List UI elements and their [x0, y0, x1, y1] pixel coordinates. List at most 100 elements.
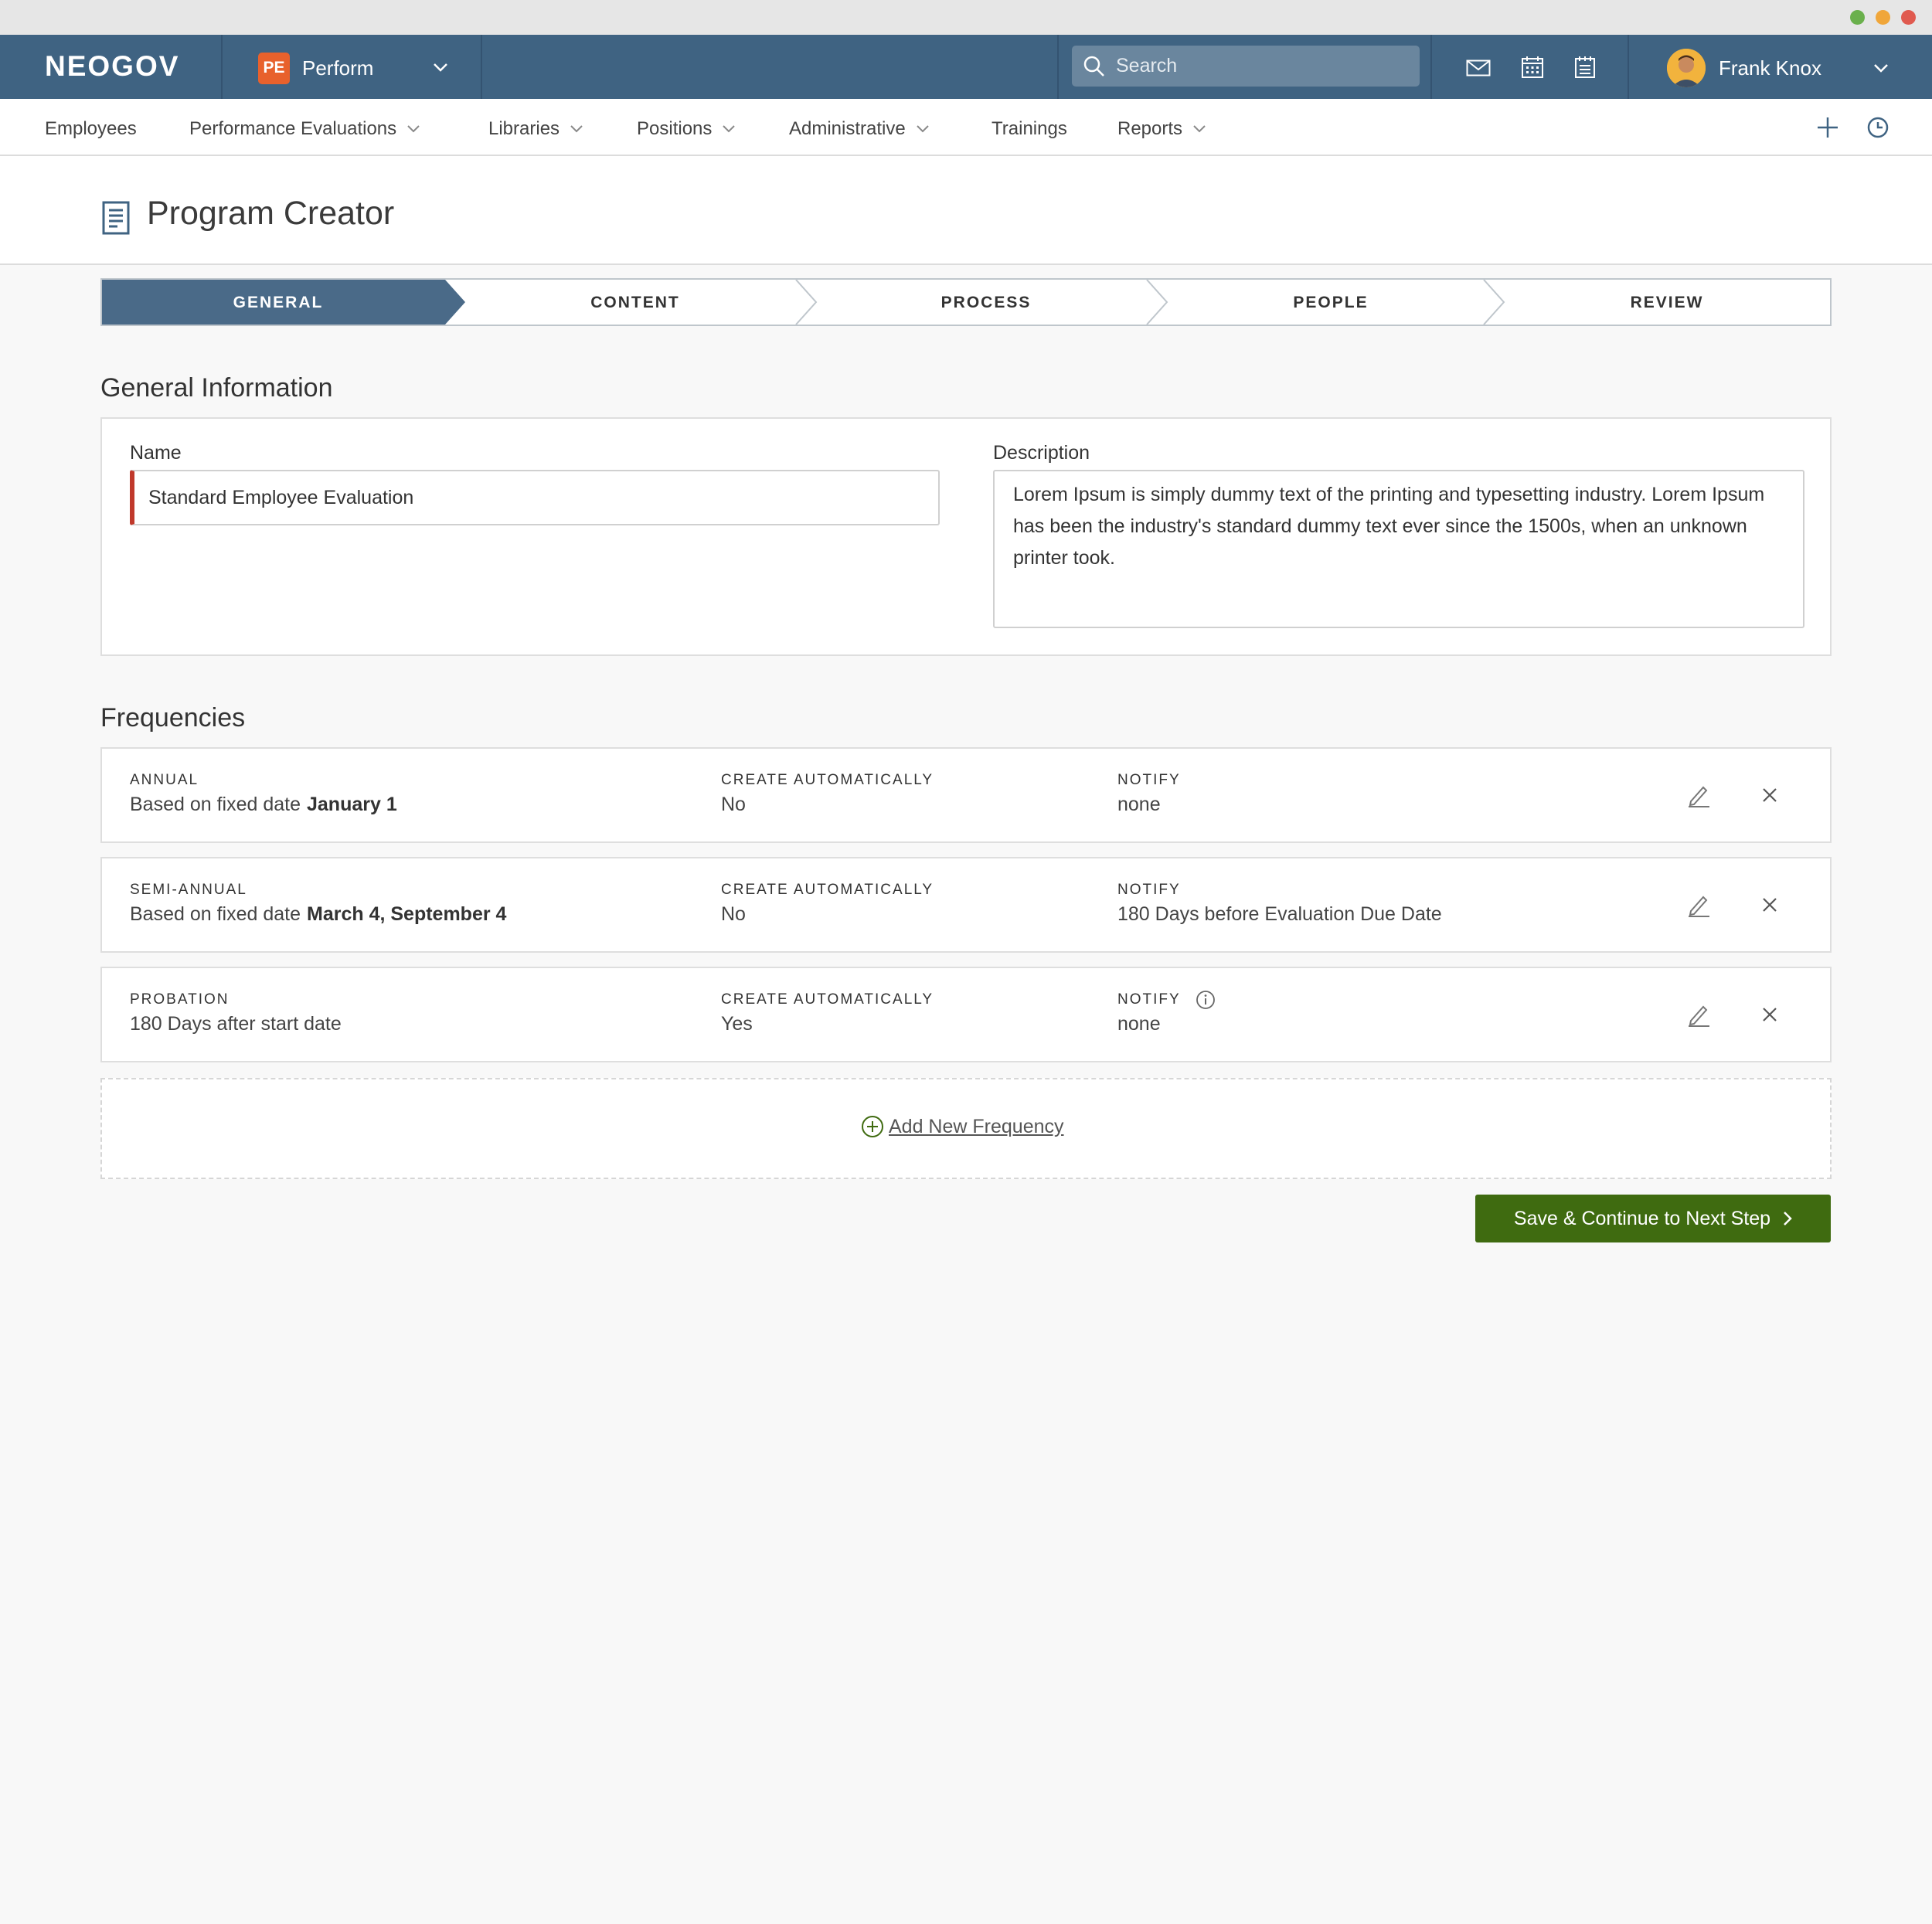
page-title: Program Creator [147, 195, 395, 232]
calendar-icon[interactable] [1521, 56, 1544, 79]
chevron-down-icon[interactable] [433, 63, 448, 72]
window-maximize-dot[interactable] [1850, 10, 1865, 25]
notify-value: none [1117, 794, 1161, 815]
divider [1430, 35, 1432, 99]
frequency-row: PROBATION 180 Days after start date CREA… [100, 967, 1832, 1062]
notify-label: NOTIFY [1117, 772, 1181, 788]
main-nav: Employees Performance Evaluations Librar… [0, 99, 1932, 156]
add-frequency-area: Add New Frequency [100, 1078, 1832, 1179]
window-minimize-dot[interactable] [1876, 10, 1890, 25]
frequency-row: SEMI-ANNUAL Based on fixed date March 4, … [100, 857, 1832, 953]
add-frequency-label: Add New Frequency [889, 1115, 1064, 1137]
nav-reports[interactable]: Reports [1117, 118, 1206, 140]
nav-label: Positions [637, 118, 713, 139]
nav-performance-evaluations[interactable]: Performance Evaluations [189, 118, 420, 140]
nav-libraries[interactable]: Libraries [488, 118, 583, 140]
notify-value: 180 Days before Evaluation Due Date [1117, 903, 1442, 925]
create-auto-label: CREATE AUTOMATICALLY [721, 772, 934, 788]
window-close-dot[interactable] [1901, 10, 1916, 25]
save-continue-button[interactable]: Save & Continue to Next Step [1475, 1195, 1831, 1242]
chevron-down-icon [407, 125, 420, 133]
section-title-general: General Information [100, 373, 333, 403]
top-bar: NEOGOV PE Perform Search Frank Knox [0, 35, 1932, 99]
notify-label: NOTIFY [1117, 882, 1181, 898]
step-review[interactable]: REVIEW [1504, 294, 1830, 312]
frequency-row: ANNUAL Based on fixed date January 1 CREA… [100, 747, 1832, 843]
close-icon[interactable] [1762, 787, 1777, 803]
divider [221, 35, 223, 99]
app-switcher[interactable]: PE Perform [258, 52, 374, 84]
app-badge: PE [258, 52, 290, 84]
edit-pencil-icon[interactable] [1686, 892, 1711, 917]
frequency-schedule: Based on fixed date March 4, September 4 [130, 903, 506, 926]
app-name: Perform [302, 56, 374, 80]
chevron-down-icon[interactable] [1873, 63, 1889, 73]
frequency-type: SEMI-ANNUAL [130, 882, 247, 898]
notify-label: NOTIFY [1117, 991, 1181, 1008]
search-bar[interactable]: Search [1072, 46, 1420, 87]
schedule-text: 180 Days after start date [130, 1013, 342, 1035]
neogov-logo[interactable]: NEOGOV [45, 50, 179, 83]
add-frequency-link[interactable]: Add New Frequency [861, 1115, 1064, 1138]
frequency-type: ANNUAL [130, 772, 199, 788]
user-name[interactable]: Frank Knox [1719, 56, 1821, 80]
window-chrome [0, 0, 1932, 35]
notepad-icon[interactable] [1574, 56, 1596, 79]
divider [1057, 35, 1059, 99]
chevron-down-icon [723, 125, 736, 133]
avatar[interactable] [1667, 49, 1706, 87]
description-label: Description [993, 442, 1090, 464]
chevron-down-icon [917, 125, 929, 133]
schedule-text: Based on fixed date [130, 794, 301, 815]
edit-pencil-icon[interactable] [1686, 1002, 1711, 1027]
close-icon[interactable] [1762, 897, 1777, 913]
nav-label: Reports [1117, 118, 1183, 139]
general-info-card: Name Standard Employee Evaluation Descri… [100, 417, 1832, 656]
nav-administrative[interactable]: Administrative [789, 118, 929, 140]
document-icon [102, 201, 130, 235]
edit-pencil-icon[interactable] [1686, 783, 1711, 807]
create-auto-label: CREATE AUTOMATICALLY [721, 882, 934, 898]
nav-label: Performance Evaluations [189, 118, 397, 139]
search-icon [1083, 56, 1104, 76]
step-content[interactable]: CONTENT [465, 294, 805, 312]
chevron-down-icon [570, 125, 583, 133]
nav-positions[interactable]: Positions [637, 118, 736, 140]
add-circle-icon [862, 1116, 883, 1137]
frequency-schedule: 180 Days after start date [130, 1013, 342, 1035]
history-clock-icon[interactable] [1866, 116, 1889, 139]
nav-label: Employees [45, 118, 137, 139]
notify-value: none [1117, 1013, 1161, 1035]
schedule-date: March 4, September 4 [307, 903, 507, 925]
step-general[interactable]: GENERAL [102, 294, 454, 312]
divider [481, 35, 482, 99]
create-auto-value: No [721, 794, 746, 815]
chevron-down-icon [1193, 125, 1206, 133]
nav-label: Administrative [789, 118, 906, 139]
section-title-frequencies: Frequencies [100, 703, 246, 733]
frequency-type: PROBATION [130, 991, 230, 1008]
nav-trainings[interactable]: Trainings [992, 118, 1067, 140]
search-input[interactable]: Search [1116, 55, 1177, 77]
create-auto-value: No [721, 903, 746, 925]
divider [1628, 35, 1629, 99]
add-icon[interactable] [1816, 116, 1839, 139]
close-icon[interactable] [1762, 1007, 1777, 1022]
create-auto-value: Yes [721, 1013, 753, 1035]
step-process[interactable]: PROCESS [816, 294, 1156, 312]
schedule-date: January 1 [307, 794, 397, 815]
chevron-right-icon [1784, 1212, 1792, 1225]
info-icon[interactable] [1196, 990, 1216, 1010]
name-input[interactable]: Standard Employee Evaluation [130, 470, 940, 525]
description-textarea[interactable]: Lorem Ipsum is simply dummy text of the … [993, 470, 1804, 628]
progress-stepper: GENERAL CONTENT PROCESS PEOPLE REVIEW [100, 278, 1832, 326]
avatar-image [1667, 49, 1706, 87]
nav-employees[interactable]: Employees [45, 118, 137, 140]
step-people[interactable]: PEOPLE [1167, 294, 1495, 312]
mail-icon[interactable] [1466, 59, 1491, 76]
name-label: Name [130, 442, 182, 464]
create-auto-label: CREATE AUTOMATICALLY [721, 991, 934, 1008]
frequency-schedule: Based on fixed date January 1 [130, 794, 397, 816]
nav-label: Libraries [488, 118, 560, 139]
nav-label: Trainings [992, 118, 1067, 139]
